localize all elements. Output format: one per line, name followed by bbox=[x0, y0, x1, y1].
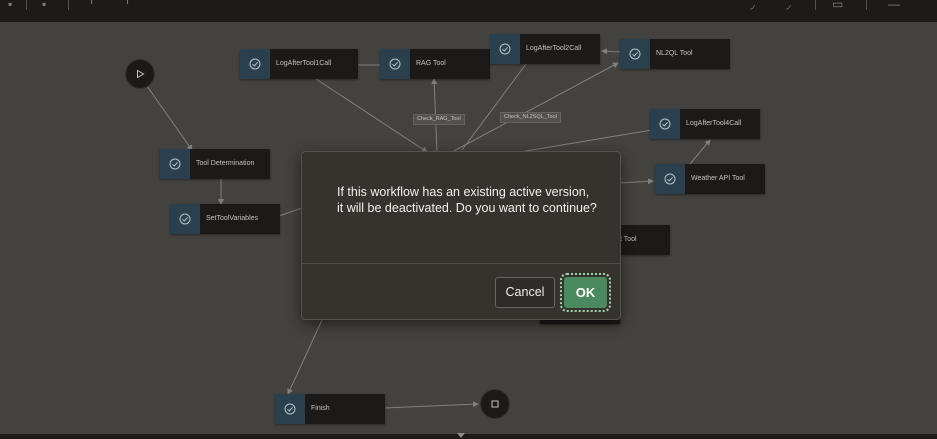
dialog-message: If this workflow has an existing active … bbox=[337, 185, 597, 215]
confirm-dialog: If this workflow has an existing active … bbox=[301, 151, 621, 320]
dialog-divider bbox=[302, 263, 620, 264]
workflow-canvas[interactable]: ▪ ▪ ╵ ╵ ◞ ◞ ▭ — Check_RAG_Tool Check_NL2… bbox=[0, 0, 937, 439]
cancel-button[interactable]: Cancel bbox=[495, 277, 555, 308]
ok-button[interactable]: OK bbox=[560, 273, 611, 312]
